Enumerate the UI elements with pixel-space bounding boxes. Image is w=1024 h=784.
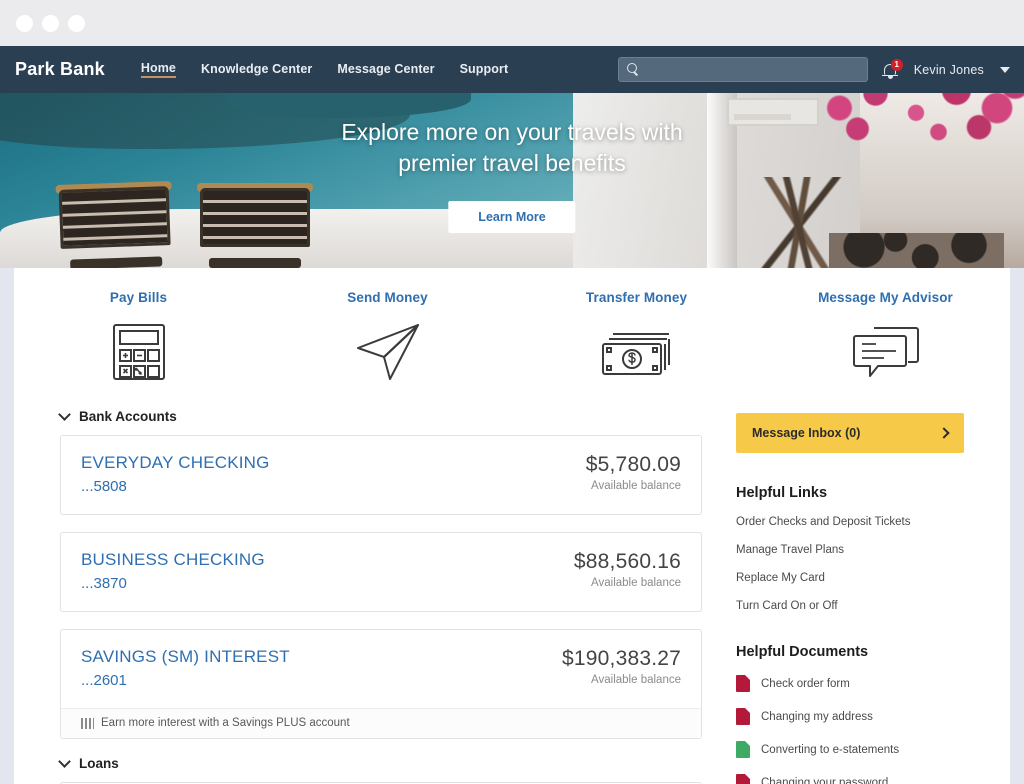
hero-headline: Explore more on your travels with premie… (0, 117, 1024, 179)
learn-more-button[interactable]: Learn More (448, 201, 576, 233)
chat-bubbles-icon (761, 319, 1010, 385)
account-balance: $5,780.09 (585, 453, 681, 476)
document-label: Changing your password (761, 776, 889, 784)
quick-action-pay-bills[interactable]: Pay Bills (14, 290, 263, 385)
document-label: Converting to e-statements (761, 743, 900, 756)
stone-planter (829, 233, 1004, 268)
document-row[interactable]: Changing your password (736, 774, 964, 784)
account-card[interactable]: BUSINESS CHECKING ...3870 $88,560.16 Ava… (60, 532, 702, 612)
browser-chrome (0, 0, 1024, 46)
search-icon (626, 63, 640, 76)
account-balance: $88,560.16 (573, 550, 681, 573)
quick-actions: Pay Bills Send Money Transfer Money Mess… (14, 268, 1010, 391)
quick-action-message-my-advisor[interactable]: Message My Advisor (761, 290, 1010, 385)
hero-banner: Explore more on your travels with premie… (0, 93, 1024, 268)
balance-caption: Available balance (591, 577, 681, 589)
quick-action-label: Send Money (347, 290, 428, 305)
chevron-right-icon (938, 427, 950, 439)
main-content: Pay Bills Send Money Transfer Money Mess… (14, 268, 1010, 784)
brand-logo[interactable]: Park Bank (15, 59, 105, 80)
deck-chair-right (197, 183, 313, 268)
message-inbox-button[interactable]: Message Inbox (0) (736, 413, 964, 453)
user-name[interactable]: Kevin Jones (914, 63, 984, 77)
account-number: ...3870 (81, 575, 127, 592)
window-dot-close[interactable] (16, 14, 33, 32)
paper-plane-icon (263, 319, 512, 385)
top-navigation-bar: Park Bank Home Knowledge Center Message … (0, 46, 1024, 93)
document-label: Check order form (761, 677, 850, 690)
account-number: ...5808 (81, 478, 127, 495)
helpful-link[interactable]: Manage Travel Plans (736, 544, 964, 556)
chevron-down-icon[interactable] (1000, 66, 1010, 73)
hero-headline-line1: Explore more on your travels with (341, 119, 683, 145)
nav-item-support[interactable]: Support (460, 62, 509, 78)
pdf-file-icon (736, 774, 750, 784)
search-box[interactable] (617, 57, 868, 82)
nav-item-knowledge-center[interactable]: Knowledge Center (201, 62, 312, 78)
document-row[interactable]: Check order form (736, 675, 964, 692)
document-row[interactable]: Converting to e-statements (736, 741, 964, 758)
notifications-button[interactable]: 1 (881, 58, 903, 80)
notification-badge: 1 (890, 58, 903, 71)
balance-caption: Available balance (591, 480, 681, 492)
account-balance: $190,383.27 (562, 647, 681, 670)
loans-section-header[interactable]: Loans (58, 755, 702, 771)
nav-item-home[interactable]: Home (140, 61, 176, 78)
excel-file-icon (736, 741, 750, 758)
message-inbox-label: Message Inbox (0) (752, 426, 861, 440)
account-name-link[interactable]: BUSINESS CHECKING (81, 550, 265, 570)
pdf-file-icon (736, 708, 750, 725)
account-card[interactable]: EVERYDAY CHECKING ...5808 $5,780.09 Avai… (60, 435, 702, 515)
sidebar-column: Message Inbox (0) Helpful Links Order Ch… (736, 409, 964, 784)
bank-accounts-section-header[interactable]: Bank Accounts (58, 408, 702, 424)
savings-promo-label: Earn more interest with a Savings PLUS a… (101, 717, 350, 729)
hero-headline-line2: premier travel benefits (398, 150, 626, 176)
account-name-link[interactable]: SAVINGS (SM) INTEREST (81, 647, 290, 667)
document-label: Changing my address (761, 710, 873, 723)
window-dot-maximize[interactable] (68, 14, 85, 32)
helpful-documents-title: Helpful Documents (736, 644, 869, 660)
helpful-link[interactable]: Order Checks and Deposit Tickets (736, 516, 964, 528)
banknotes-icon (512, 319, 761, 385)
accounts-column: Bank Accounts EVERYDAY CHECKING ...5808 … (58, 408, 702, 784)
bank-icon (81, 717, 94, 729)
quick-action-label: Pay Bills (109, 290, 168, 305)
section-title: Bank Accounts (79, 409, 177, 424)
account-name-link[interactable]: EVERYDAY CHECKING (81, 453, 270, 473)
quick-action-label: Transfer Money (585, 290, 688, 305)
chevron-down-icon (58, 408, 71, 421)
helpful-links-title: Helpful Links (736, 485, 828, 501)
search-input[interactable] (645, 63, 859, 76)
bell-clapper-icon (887, 75, 893, 79)
window-dot-minimize[interactable] (42, 14, 59, 32)
chevron-down-icon (58, 755, 71, 768)
balance-caption: Available balance (591, 674, 681, 686)
quick-action-label: Message My Advisor (818, 290, 953, 305)
helpful-link[interactable]: Replace My Card (736, 572, 964, 584)
calculator-icon (14, 319, 263, 385)
quick-action-transfer-money[interactable]: Transfer Money (512, 290, 761, 385)
quick-action-send-money[interactable]: Send Money (263, 290, 512, 385)
primary-nav: Home Knowledge Center Message Center Sup… (140, 61, 509, 78)
nav-item-message-center[interactable]: Message Center (337, 62, 434, 78)
pdf-file-icon (736, 675, 750, 692)
account-card[interactable]: SAVINGS (SM) INTEREST ...2601 $190,383.2… (60, 629, 702, 739)
account-number: ...2601 (81, 672, 127, 689)
helpful-link[interactable]: Turn Card On or Off (736, 600, 964, 612)
dashboard-columns: Bank Accounts EVERYDAY CHECKING ...5808 … (14, 391, 1010, 784)
deck-chair-left (55, 181, 172, 268)
section-title: Loans (79, 756, 119, 771)
app-window: Park Bank Home Knowledge Center Message … (0, 0, 1024, 784)
document-row[interactable]: Changing my address (736, 708, 964, 725)
savings-promo[interactable]: Earn more interest with a Savings PLUS a… (61, 708, 701, 738)
nav-utilities: 1 Kevin Jones (617, 57, 1010, 82)
